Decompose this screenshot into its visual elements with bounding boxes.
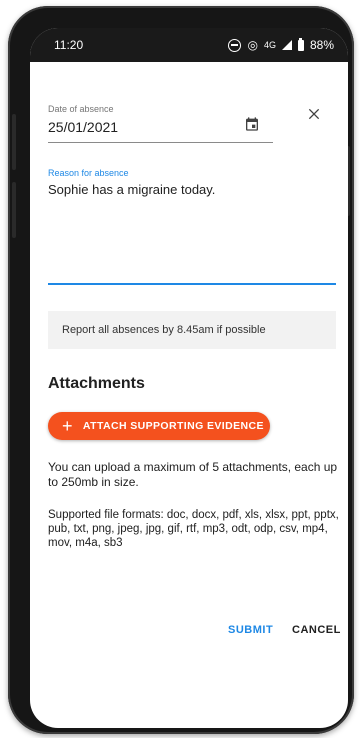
attach-evidence-button[interactable]: + ATTACH SUPPORTING EVIDENCE [48, 412, 270, 440]
status-time: 11:20 [54, 38, 84, 52]
volume-down-button [12, 182, 16, 238]
date-label: Date of absence [48, 104, 114, 114]
screen: 11:20 ◎ 4G 88% Date of absence 25/01/202… [30, 28, 348, 728]
do-not-disturb-icon [228, 38, 242, 52]
status-bar: 11:20 ◎ 4G 88% [30, 28, 348, 62]
attach-button-label: ATTACH SUPPORTING EVIDENCE [82, 420, 264, 432]
close-icon[interactable] [306, 106, 322, 122]
submit-button[interactable]: SUBMIT [228, 624, 273, 636]
battery-icon [297, 37, 304, 51]
hotspot-icon: ◎ [247, 38, 258, 52]
info-text: Report all absences by 8.45am if possibl… [62, 324, 266, 336]
plus-icon: + [62, 416, 73, 436]
network-type: 4G [263, 40, 276, 50]
absence-form: Date of absence 25/01/2021 Reason for ab… [30, 62, 348, 728]
status-icons: ◎ 4G 88% [228, 37, 334, 52]
calendar-icon[interactable] [244, 116, 260, 132]
attachments-heading: Attachments [48, 375, 145, 392]
reason-input[interactable]: Sophie has a migraine today. [48, 182, 215, 197]
battery-percent: 88% [309, 38, 334, 52]
info-banner: Report all absences by 8.45am if possibl… [48, 311, 336, 349]
cancel-button[interactable]: CANCEL [292, 624, 341, 636]
reason-underline [48, 283, 336, 285]
upload-limit-text: You can upload a maximum of 5 attachment… [48, 460, 338, 489]
phone-frame: 11:20 ◎ 4G 88% Date of absence 25/01/202… [8, 6, 354, 734]
date-underline [48, 142, 273, 143]
signal-icon [281, 40, 292, 50]
reason-label: Reason for absence [48, 168, 129, 178]
supported-formats-text: Supported file formats: doc, docx, pdf, … [48, 509, 339, 549]
date-field[interactable]: 25/01/2021 [48, 119, 118, 135]
volume-up-button [12, 114, 16, 170]
